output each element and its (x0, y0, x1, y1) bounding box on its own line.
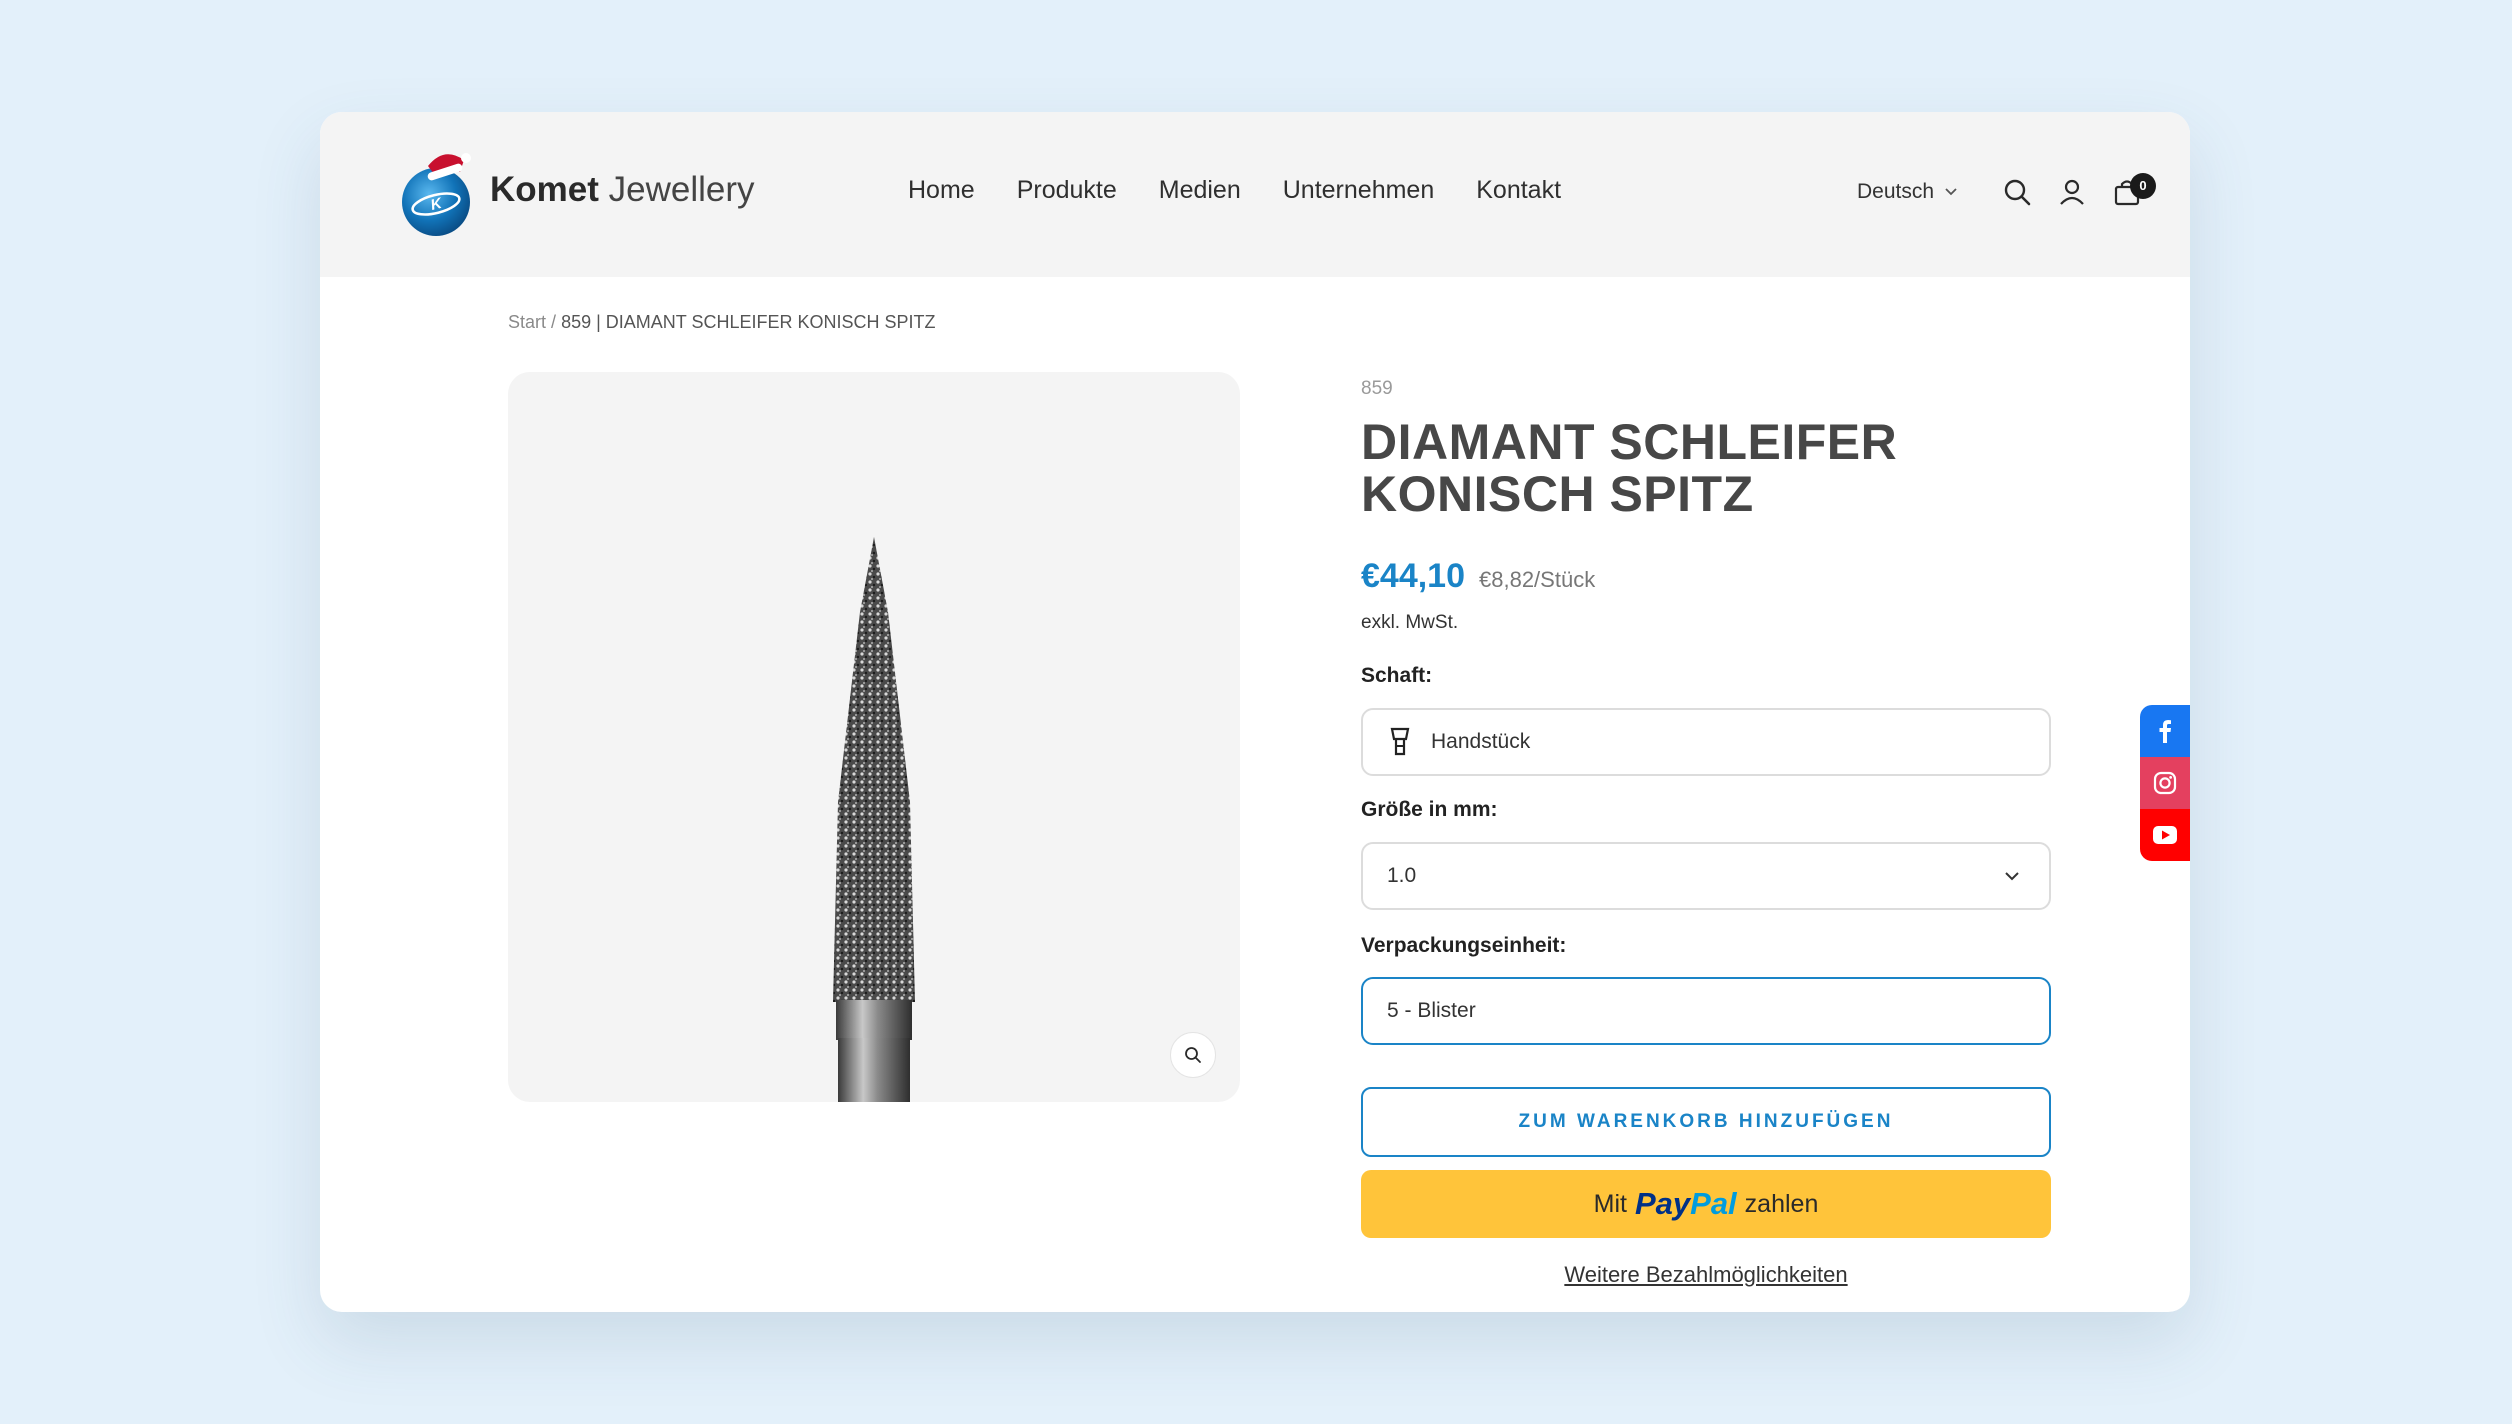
chevron-down-icon (1945, 188, 1957, 196)
product-image-gallery[interactable] (508, 372, 1240, 1102)
breadcrumb: Start / 859 | DIAMANT SCHLEIFER KONISCH … (508, 312, 936, 333)
search-icon[interactable] (2002, 177, 2032, 207)
product-sku: 859 (1361, 378, 1393, 399)
brand-name-bold: Komet (490, 170, 599, 209)
paypal-logo-pal: Pal (1690, 1186, 1737, 1221)
add-to-cart-button[interactable]: ZUM WARENKORB HINZUFÜGEN (1361, 1087, 2051, 1157)
product-image (833, 537, 915, 1102)
paypal-logo: PayPal (1635, 1186, 1737, 1222)
site-header: K Komet Jewellery Home Produkte Medien U… (320, 112, 2190, 277)
paypal-logo-pay: Pay (1634, 1186, 1691, 1221)
paypal-button[interactable]: Mit PayPal zahlen (1361, 1170, 2051, 1238)
unit-price: €8,82/Stück (1479, 567, 1596, 592)
breadcrumb-start[interactable]: Start (508, 312, 546, 332)
shaft-label: Schaft: (1361, 664, 1433, 687)
instagram-icon (2153, 771, 2177, 795)
brand-name-light: Jewellery (608, 170, 755, 209)
zoom-icon (1185, 1047, 1201, 1063)
size-select[interactable]: 1.0 (1361, 842, 2051, 910)
youtube-link[interactable] (2140, 809, 2190, 861)
nav-produkte[interactable]: Produkte (1017, 176, 1117, 205)
chevron-down-icon (2005, 872, 2019, 881)
instagram-link[interactable] (2140, 757, 2190, 809)
tax-note: exkl. MwSt. (1361, 612, 1459, 633)
paypal-suffix: zahlen (1744, 1189, 1819, 1218)
more-payment-link[interactable]: Weitere Bezahlmöglichkeiten (1361, 1262, 2051, 1288)
price-row: €44,10 €8,82/Stück (1361, 557, 1595, 596)
product-price: €44,10 (1361, 557, 1465, 595)
breadcrumb-current: 859 | DIAMANT SCHLEIFER KONISCH SPITZ (561, 312, 936, 332)
komet-logo[interactable]: K (400, 140, 480, 240)
paypal-prefix: Mit (1593, 1189, 1627, 1218)
breadcrumb-separator: / (551, 312, 557, 332)
size-label: Größe in mm: (1361, 798, 1498, 821)
language-selector[interactable]: Deutsch (1857, 180, 1958, 204)
nav-unternehmen[interactable]: Unternehmen (1283, 176, 1434, 205)
nav-kontakt[interactable]: Kontakt (1476, 176, 1561, 205)
nav-medien[interactable]: Medien (1159, 176, 1241, 205)
nav-home[interactable]: Home (908, 176, 975, 205)
main-nav: Home Produkte Medien Unternehmen Kontakt (908, 176, 1561, 205)
zoom-button[interactable] (1170, 1032, 1216, 1078)
cart-count-badge: 0 (2130, 173, 2156, 199)
pack-option[interactable]: 5 - Blister (1361, 977, 2051, 1045)
product-title: DIAMANT SCHLEIFER KONISCH SPITZ (1361, 414, 1898, 522)
handpiece-icon (1390, 727, 1410, 756)
account-icon[interactable] (2057, 177, 2087, 207)
pack-label: Verpackungseinheit: (1361, 934, 1567, 957)
language-label: Deutsch (1857, 180, 1935, 203)
facebook-link[interactable] (2140, 705, 2190, 757)
shaft-value: Handstück (1431, 730, 1531, 753)
shaft-option[interactable]: Handstück (1361, 708, 2051, 776)
size-value: 1.0 (1387, 864, 1417, 887)
youtube-icon (2153, 826, 2177, 844)
brand-name[interactable]: Komet Jewellery (490, 170, 755, 210)
browser-window: K Komet Jewellery Home Produkte Medien U… (320, 112, 2190, 1312)
pack-value: 5 - Blister (1387, 999, 1476, 1022)
facebook-icon (2159, 720, 2171, 743)
